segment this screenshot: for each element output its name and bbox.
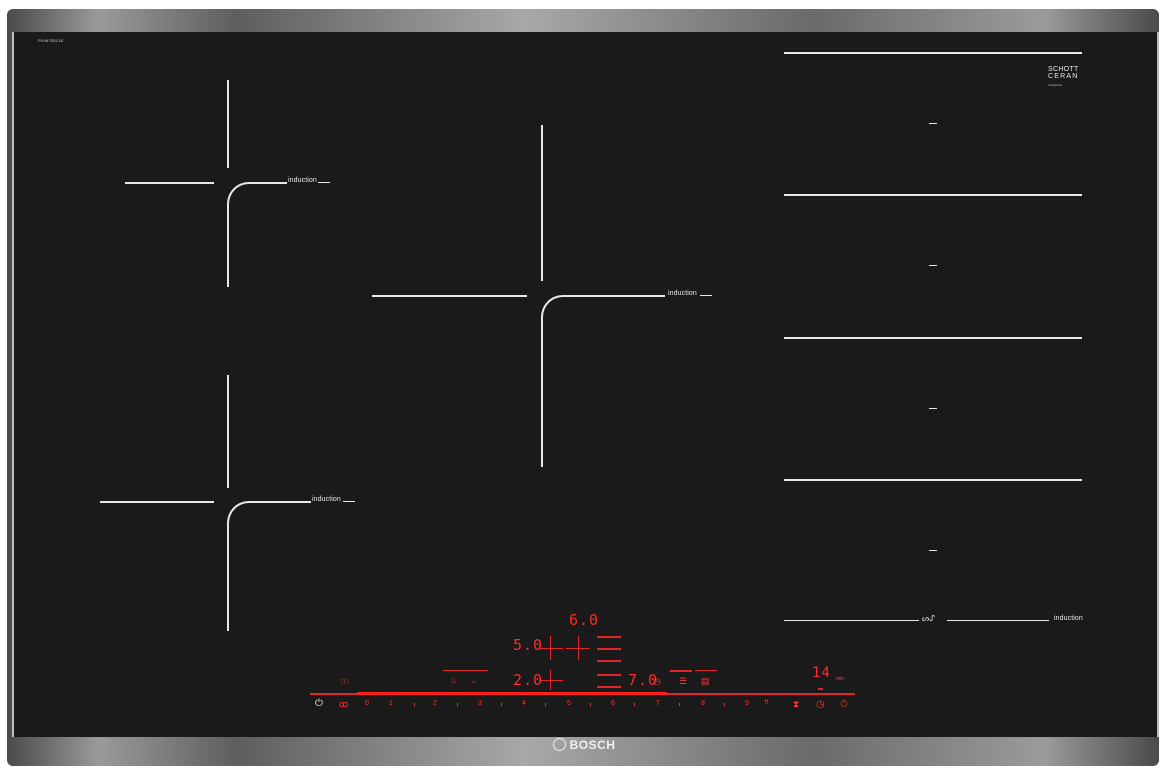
zone-cross-v1 <box>550 636 551 660</box>
slider-tick <box>457 703 458 706</box>
function-bar-left <box>670 670 692 672</box>
zone-c-corner <box>541 295 665 467</box>
brand-name: BOSCH <box>569 738 616 752</box>
slider-tick <box>501 703 502 706</box>
slider-tick <box>590 703 591 706</box>
flex-line-2 <box>784 194 1082 196</box>
timer-icon[interactable]: ⧗ <box>793 699 799 710</box>
flex-indicator-4[interactable] <box>597 674 621 676</box>
material-logo: SCHOTT CERAN miniprint <box>1048 66 1079 87</box>
zone-tl-horizontal-left <box>125 182 214 184</box>
zone-cross-v3 <box>550 670 551 690</box>
zone-cross-h3 <box>539 680 563 681</box>
zone-c-label-dash <box>700 295 712 296</box>
zone-c-label: induction <box>668 290 697 297</box>
flex-line-4 <box>784 479 1082 481</box>
slider-number-7[interactable]: 7 <box>656 700 660 707</box>
flex-indicator-5[interactable] <box>597 686 621 688</box>
display-timer-value[interactable]: 14 <box>812 665 831 681</box>
slider-number-2[interactable]: 2 <box>433 700 437 707</box>
zone-tl-corner <box>227 182 287 287</box>
menu-icon[interactable]: ▤ <box>701 676 710 687</box>
zone-bl-horizontal-left <box>100 501 214 503</box>
slider-number-1[interactable]: 1 <box>389 700 393 707</box>
flex-mark-1 <box>929 123 937 124</box>
clock-icon[interactable]: ◷ <box>653 676 661 687</box>
zone-bl-vertical-upper <box>227 375 229 488</box>
timer-unit: min <box>836 676 845 682</box>
boost-icon[interactable]: ⇈ <box>764 699 769 706</box>
zone-c-vertical-upper <box>541 125 543 281</box>
slider-number-9[interactable]: 9 <box>745 700 749 707</box>
zone-c-horizontal-left <box>372 295 527 297</box>
zone-cross-h1 <box>539 648 563 649</box>
slider-tick <box>414 703 415 706</box>
display-top-value[interactable]: 6.0 <box>569 611 599 629</box>
power-slider-active <box>357 692 667 695</box>
brand: BOSCH <box>0 738 1168 752</box>
slider-number-8[interactable]: 8 <box>701 700 705 707</box>
flex-line-3 <box>784 337 1082 339</box>
child-lock-icon-bottom[interactable]: ꝏ <box>339 699 348 710</box>
slider-tick <box>634 703 635 706</box>
slider-number-3[interactable]: 3 <box>478 700 482 707</box>
flex-mark-2 <box>929 265 937 266</box>
flex-indicator-3[interactable] <box>597 660 621 662</box>
pan-icon[interactable]: ⌣ <box>471 677 476 687</box>
alarm-icon[interactable]: ⏱ <box>840 699 848 710</box>
brand-logo-icon <box>552 738 566 751</box>
display-left-upper-value[interactable]: 5.0 <box>513 636 543 654</box>
slider-tick <box>545 703 546 706</box>
list-icon[interactable]: ☰ <box>679 676 687 687</box>
flex-indicator-2[interactable] <box>597 648 621 650</box>
stopwatch-icon[interactable]: ◷ <box>816 699 825 710</box>
slider-tick <box>679 703 680 706</box>
flex-bottom-line-right <box>947 620 1049 621</box>
flex-bottom-line-left <box>784 620 919 621</box>
slider-tick <box>724 703 725 706</box>
flex-mark-3 <box>929 408 937 409</box>
flex-mark-4 <box>929 550 937 551</box>
zone-cross-v2 <box>578 636 579 660</box>
timer-indicator <box>818 688 823 690</box>
slider-number-6[interactable]: 6 <box>611 700 615 707</box>
function-bar-right <box>695 670 717 671</box>
flex-indicator-1[interactable] <box>597 636 621 638</box>
option-bar <box>443 670 488 671</box>
power-icon[interactable]: ⏻ <box>315 698 323 709</box>
zone-bl-corner <box>227 501 311 631</box>
slider-number-5[interactable]: 5 <box>567 700 571 707</box>
flame-icon[interactable]: ♨ <box>450 676 457 685</box>
flex-line-1 <box>784 52 1082 54</box>
zone-tl-label: induction <box>288 177 317 184</box>
zone-tl-label-dash <box>318 182 330 183</box>
model-code: PXV875DC1E <box>38 38 64 43</box>
zone-tl-vertical-upper <box>227 80 229 168</box>
child-lock-icon[interactable]: ꝏ <box>340 676 349 687</box>
flex-symbol-icon: ᔕᔑ <box>922 614 936 623</box>
slider-number-4[interactable]: 4 <box>522 700 526 707</box>
zone-bl-label: induction <box>312 496 341 503</box>
slider-number-0[interactable]: 0 <box>365 700 369 707</box>
zone-bl-label-dash <box>343 501 355 502</box>
flex-zone-label: induction <box>1054 615 1083 622</box>
